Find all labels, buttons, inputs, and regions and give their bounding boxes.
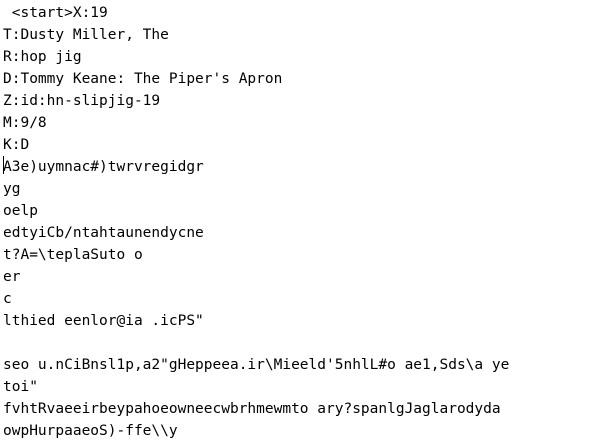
text-line: T:Dusty Miller, The (3, 27, 169, 43)
text-line: lthied eenlor@ia .icPS" (3, 313, 204, 329)
text-line: toi" (3, 379, 38, 395)
text-document[interactable]: <start>X:19 T:Dusty Miller, The R:hop ji… (3, 2, 603, 446)
text-line: R:hop jig (3, 49, 82, 65)
text-line: D:Tommy Keane: The Piper's Apron (3, 71, 283, 87)
text-line: K:D (3, 137, 30, 153)
text-line: er (3, 269, 21, 285)
text-line: t?A=\teplaSuto o (3, 247, 143, 263)
text-line-content: A3e)uymnac#)twrvregidgr (3, 159, 204, 175)
text-line: c (3, 291, 12, 307)
text-line: <start>X:19 (3, 5, 108, 21)
text-line: seo u.nCiBnsl1p,a2"gHeppeea.ir\Mieeld'5n… (3, 357, 510, 373)
text-line: edtyiCb/ntahtaunendycne (3, 225, 204, 241)
text-line: yg (3, 181, 21, 197)
text-line-with-cursor: A3e)uymnac#)twrvregidgr (3, 156, 603, 178)
text-line: owpHurpaaeoS)-ffe\\y (3, 423, 178, 439)
text-line: fvhtRvaeeirbeypahoeowneecwbrhmewmto ary?… (3, 401, 501, 417)
text-line: Z:id:hn-slipjig-19 (3, 93, 161, 109)
text-line: M:9/8 (3, 115, 47, 131)
text-line: oelp (3, 203, 38, 219)
